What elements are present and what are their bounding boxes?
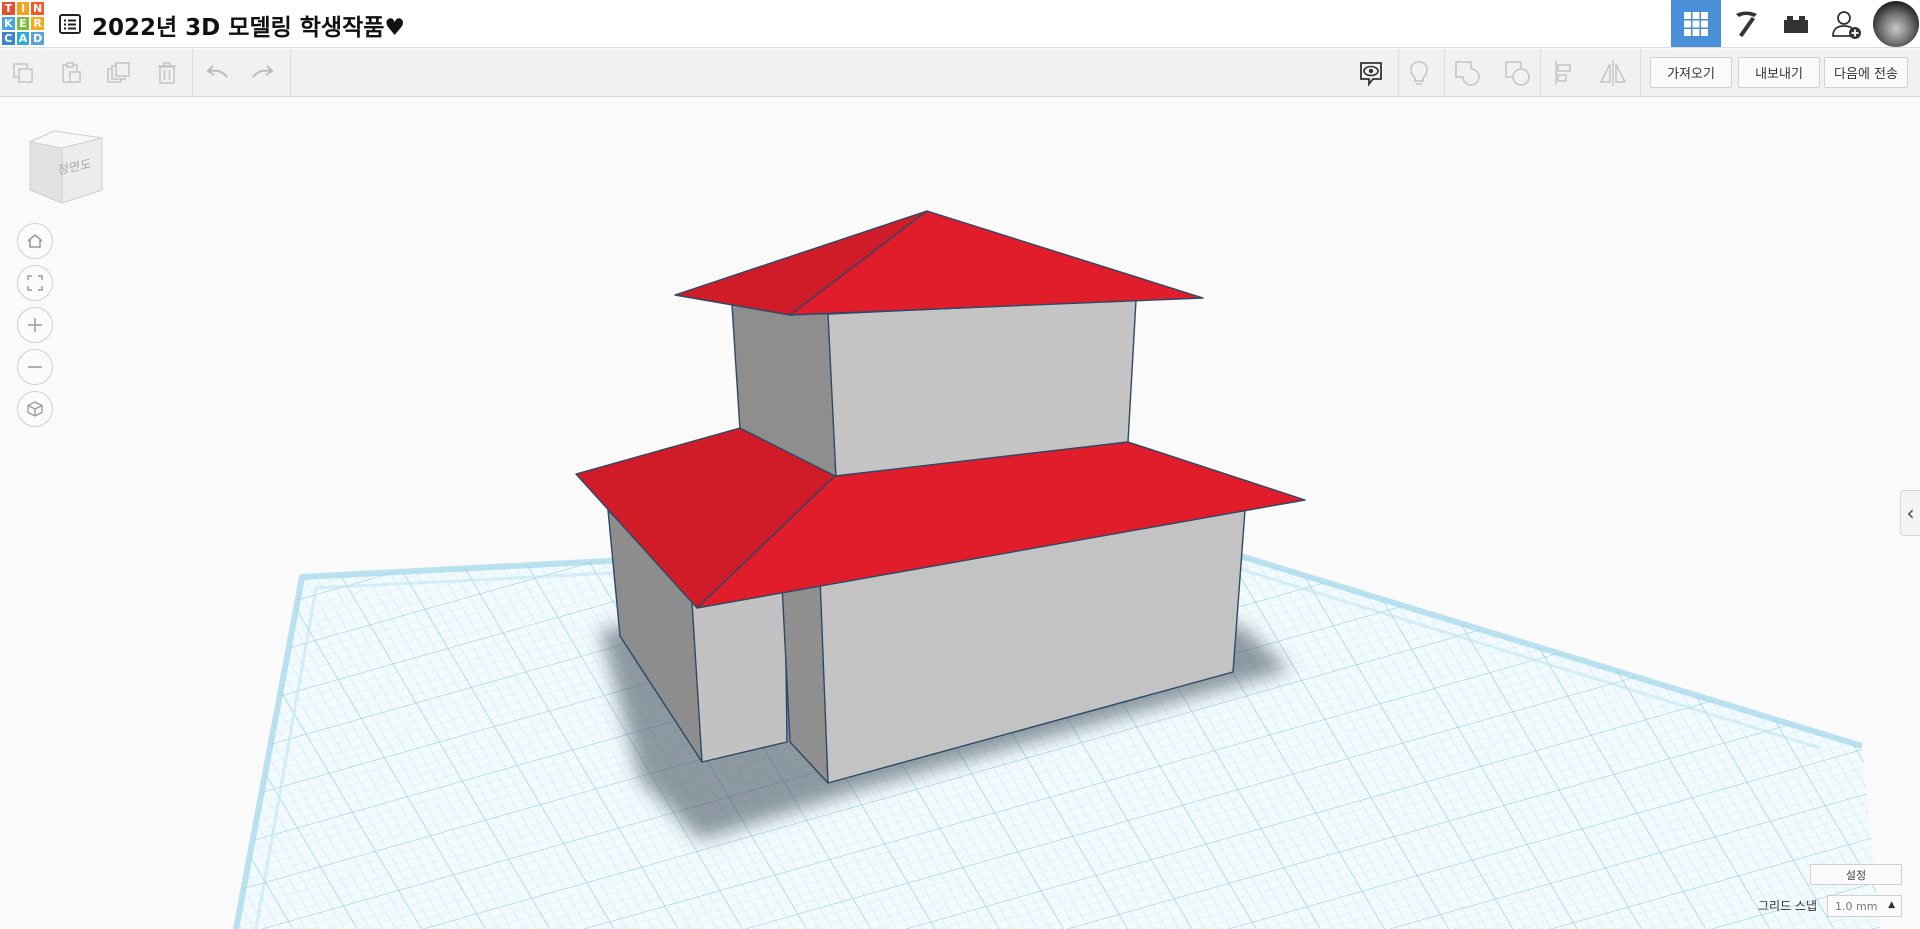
cube-perspective-icon bbox=[27, 401, 43, 417]
zoom-out-button[interactable] bbox=[17, 349, 53, 385]
caret-up-icon: ▲ bbox=[1888, 900, 1895, 910]
logo-letter: I bbox=[16, 2, 30, 15]
grid-icon bbox=[1684, 11, 1708, 36]
minecraft-view-button[interactable] bbox=[1721, 0, 1771, 47]
brick-icon bbox=[1784, 15, 1808, 33]
logo-letter: K bbox=[2, 17, 15, 30]
toolbar-divider bbox=[192, 49, 193, 97]
logo-letter: D bbox=[31, 32, 44, 45]
3d-workplane-viewport[interactable]: 정면도 ‹ 설정 그리드 스냅 1.0 mm ▲ bbox=[0, 97, 1920, 929]
pickaxe-icon bbox=[1736, 11, 1757, 37]
toolbar-divider bbox=[1444, 49, 1445, 97]
fit-view-button[interactable] bbox=[17, 265, 53, 301]
zoom-in-button[interactable] bbox=[17, 307, 53, 343]
toolbar-divider bbox=[1640, 49, 1641, 97]
add-user-icon bbox=[1832, 10, 1861, 39]
brick-view-button[interactable] bbox=[1771, 0, 1821, 47]
send-to-button[interactable]: 다음에 전송 bbox=[1824, 57, 1908, 88]
trash-icon[interactable] bbox=[152, 58, 182, 88]
grid-snap-value: 1.0 mm bbox=[1835, 899, 1878, 913]
invite-user-button[interactable] bbox=[1821, 0, 1871, 47]
settings-button[interactable]: 설정 bbox=[1810, 864, 1902, 885]
align-icon[interactable] bbox=[1550, 58, 1580, 88]
logo-letter: A bbox=[16, 32, 30, 45]
edit-toolbar: 가져오기 내보내기 다음에 전송 bbox=[0, 49, 1920, 97]
export-button[interactable]: 내보내기 bbox=[1738, 57, 1820, 88]
toolbar-divider bbox=[290, 49, 291, 97]
toolbar-divider bbox=[1540, 49, 1541, 97]
design-list-icon[interactable] bbox=[58, 12, 82, 36]
grid-snap-select[interactable]: 1.0 mm ▲ bbox=[1827, 895, 1902, 917]
undo-icon[interactable] bbox=[202, 58, 232, 88]
grid-snap-label: 그리드 스냅 bbox=[1758, 899, 1818, 913]
top-bar: T I N K E R C A D 2022년 3D 모델링 학생작품♥ bbox=[0, 0, 1920, 48]
fit-to-view-icon bbox=[27, 275, 43, 291]
home-icon bbox=[27, 234, 43, 248]
perspective-toggle-button[interactable] bbox=[17, 391, 53, 427]
group-icon[interactable] bbox=[1452, 58, 1482, 88]
panel-collapse-tab[interactable]: ‹ bbox=[1900, 490, 1920, 536]
home-view-button[interactable] bbox=[17, 223, 53, 259]
mirror-icon[interactable] bbox=[1598, 58, 1628, 88]
copy-icon[interactable] bbox=[8, 58, 38, 88]
tinkercad-logo[interactable]: T I N K E R C A D bbox=[0, 0, 46, 46]
logo-letter: R bbox=[31, 17, 44, 30]
duplicate-icon[interactable] bbox=[104, 58, 134, 88]
logo-letter: T bbox=[2, 2, 15, 15]
logo-letter: E bbox=[16, 17, 30, 30]
view-cube[interactable]: 정면도 bbox=[24, 128, 108, 208]
paste-icon[interactable] bbox=[56, 58, 86, 88]
chevron-left-icon: ‹ bbox=[1906, 501, 1915, 525]
ungroup-icon[interactable] bbox=[1502, 58, 1532, 88]
3d-design-view-button[interactable] bbox=[1671, 0, 1721, 47]
eye-comment-icon[interactable] bbox=[1356, 58, 1386, 88]
minus-icon bbox=[28, 366, 42, 368]
lightbulb-icon[interactable] bbox=[1404, 58, 1434, 88]
logo-letter: C bbox=[2, 32, 15, 45]
project-title[interactable]: 2022년 3D 모델링 학생작품♥ bbox=[92, 8, 405, 42]
plus-icon bbox=[28, 318, 42, 332]
toolbar-divider bbox=[1398, 49, 1399, 97]
user-avatar[interactable] bbox=[1873, 1, 1919, 47]
import-button[interactable]: 가져오기 bbox=[1650, 57, 1732, 88]
logo-letter: N bbox=[31, 2, 44, 15]
redo-icon[interactable] bbox=[248, 58, 278, 88]
